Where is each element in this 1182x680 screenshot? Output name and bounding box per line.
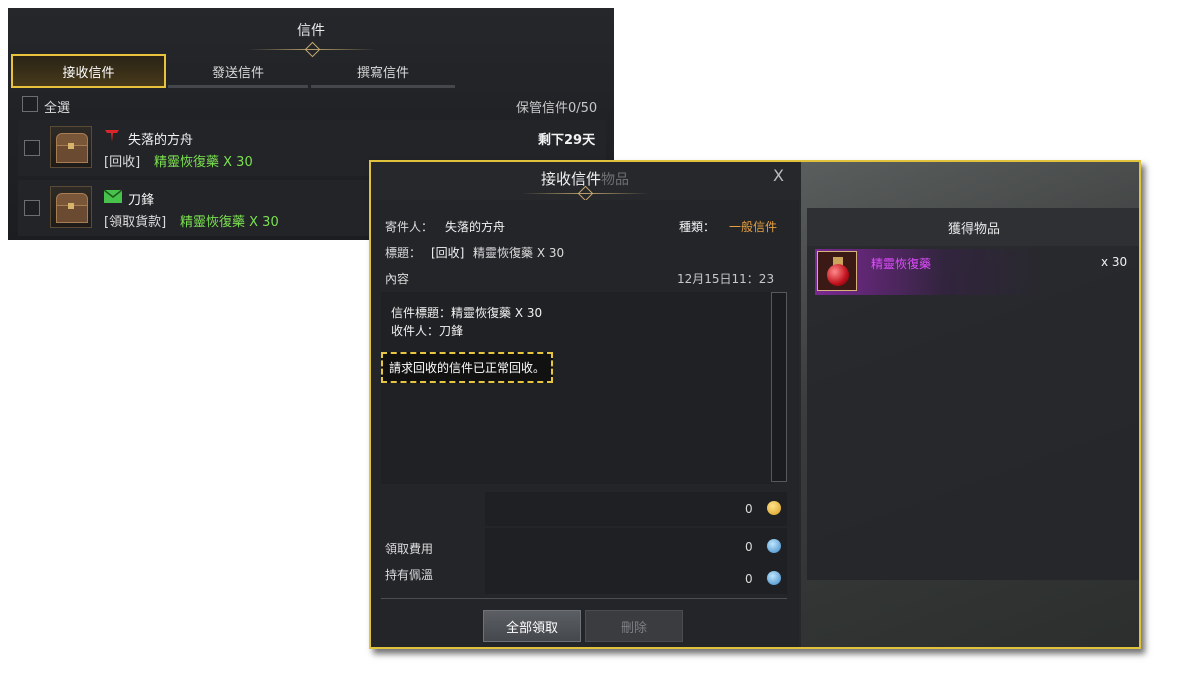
tab-sent[interactable]: 發送信件 (168, 54, 308, 88)
obtained-item-row[interactable]: 精靈恢復藥 x 30 (815, 249, 1139, 295)
gold-coin-icon (767, 501, 781, 515)
owned-amount: 0 (745, 572, 753, 586)
fee-label: 領取費用 (385, 542, 434, 556)
body-line-1: 信件標題：精靈恢復藥 X 30 (391, 306, 543, 320)
tab-compose[interactable]: 撰寫信件 (311, 54, 455, 88)
sender-name: 失落的方舟 (445, 220, 506, 234)
body-line-2: 收件人：刀鋒 (391, 324, 464, 338)
dialog-title-text: 接收信件 (540, 170, 601, 188)
obtained-item-qty: x 30 (1101, 255, 1128, 269)
take-all-button[interactable]: 全部領取 (483, 610, 581, 642)
mail-checkbox[interactable] (24, 200, 40, 216)
type-value: 一般信件 (729, 220, 778, 234)
pewin-coin-icon (767, 571, 781, 585)
gold-amount: 0 (745, 502, 753, 516)
close-button[interactable]: X (773, 166, 784, 185)
divider (381, 598, 787, 599)
mail-subject-prefix: [回收] (104, 155, 141, 170)
title-ornament (521, 185, 649, 202)
tab-sent-label: 發送信件 (211, 65, 264, 81)
fee-row: 0 (485, 528, 787, 562)
mail-subject-prefix: [領取貨款] (104, 215, 167, 230)
owned-label: 持有佩溫 (385, 568, 434, 582)
green-envelope-icon (104, 190, 122, 203)
mail-checkbox[interactable] (24, 140, 40, 156)
tab-compose-label: 撰寫信件 (356, 65, 409, 81)
mail-detail-pane: 寄件人： 失落的方舟 種類： 一般信件 標題： [回收] 精靈恢復藥 X 30 … (371, 200, 799, 647)
gold-row: 0 (485, 492, 787, 526)
select-all-label: 全選 (44, 101, 71, 116)
treasure-chest-icon (50, 126, 92, 168)
mail-window-title: 信件 (297, 23, 325, 39)
treasure-chest-icon (50, 186, 92, 228)
tab-received-label: 接收信件 (62, 65, 115, 81)
mail-sender: 失落的方舟 (128, 133, 194, 148)
storage-count: 保管信件0/50 (516, 101, 598, 116)
spirit-potion-icon (817, 251, 857, 291)
sender-label: 寄件人： (385, 220, 434, 234)
mail-subject-item: 精靈恢復藥 X 30 (180, 215, 279, 230)
select-all-checkbox[interactable] (22, 96, 38, 112)
red-t-icon (105, 130, 119, 142)
delete-button[interactable]: 刪除 (585, 610, 683, 642)
type-label: 種類： (679, 220, 716, 234)
subject-item: 精靈恢復藥 X 30 (473, 246, 565, 260)
tab-underline (168, 85, 308, 88)
mail-detail-dialog: 接收信件物品 X 寄件人： 失落的方舟 種類： 一般信件 標題： [回收] 精靈… (369, 160, 1141, 649)
content-label: 內容 (385, 272, 410, 286)
tab-underline (311, 85, 455, 88)
subject-label: 標題： (385, 246, 422, 260)
mail-datetime: 12月15日11：23 (677, 272, 775, 286)
owned-row: 0 (485, 560, 787, 594)
mail-subject-item: 精靈恢復藥 X 30 (154, 155, 253, 170)
body-scrollbar[interactable] (771, 292, 787, 482)
pewin-coin-icon (767, 539, 781, 553)
dialog-title-ghost: 物品 (601, 172, 629, 188)
mail-remaining: 剩下29天 (538, 133, 596, 148)
tab-received[interactable]: 接收信件 (11, 54, 166, 88)
fee-amount: 0 (745, 540, 753, 554)
recall-notice: 請求回收的信件已正常回收。 (381, 352, 554, 383)
subject-prefix: [回收] (431, 246, 465, 260)
mail-sender: 刀鋒 (128, 193, 155, 208)
obtained-items-title: 獲得物品 (807, 208, 1139, 246)
mail-body: 信件標題：精靈恢復藥 X 30 收件人：刀鋒 請求回收的信件已正常回收。 (381, 292, 773, 484)
obtained-items-panel: 獲得物品 精靈恢復藥 x 30 (807, 208, 1139, 580)
obtained-item-name: 精靈恢復藥 (871, 257, 932, 271)
